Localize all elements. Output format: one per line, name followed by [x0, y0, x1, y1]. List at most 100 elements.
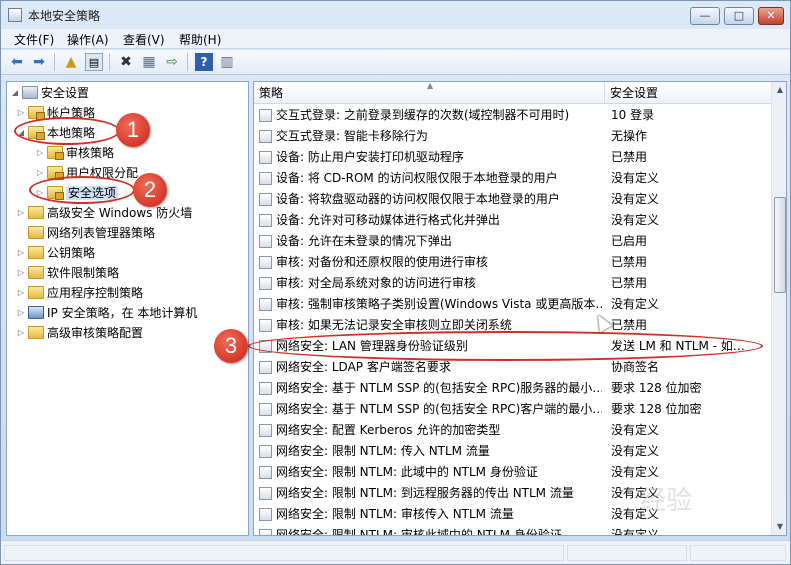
table-row[interactable]: 交互式登录: 之前登录到缓存的次数(域控制器不可用时) 10 登录	[254, 105, 771, 126]
table-row[interactable]: 网络安全: 限制 NTLM: 到远程服务器的传出 NTLM 流量 没有定义	[254, 483, 771, 504]
table-row[interactable]: 设备: 允许在未登录的情况下弹出 已启用	[254, 231, 771, 252]
list-header: 策略 ▲ 安全设置	[254, 82, 771, 104]
tree-item-label: 高级安全 Windows 防火墙	[47, 206, 193, 220]
policy-name: 网络安全: 限制 NTLM: 审核传入 NTLM 流量	[276, 507, 514, 521]
tree-item-firewall[interactable]: ▷ 高级安全 Windows 防火墙	[15, 203, 192, 223]
tree-item-label: 应用程序控制策略	[47, 286, 144, 300]
annotation-badge-1: 1	[116, 113, 150, 147]
policy-name: 网络安全: 基于 NTLM SSP 的(包括安全 RPC)服务器的最小…	[276, 381, 602, 395]
tree-item-ip-security[interactable]: ▷ IP 安全策略，在 本地计算机	[15, 303, 197, 323]
table-row[interactable]: 网络安全: 限制 NTLM: 传入 NTLM 流量 没有定义	[254, 441, 771, 462]
tree-item-software-restriction[interactable]: ▷ 软件限制策略	[15, 263, 119, 283]
title-bar[interactable]: 本地安全策略 — □ ✕	[1, 1, 790, 29]
folder-lock-icon	[47, 146, 64, 160]
policy-setting: 没有定义	[611, 192, 660, 206]
policy-setting: 已禁用	[611, 255, 648, 269]
policy-setting: 已禁用	[611, 276, 648, 290]
policy-name: 网络安全: 限制 NTLM: 到远程服务器的传出 NTLM 流量	[276, 486, 574, 500]
tree-item-audit-policy[interactable]: ▷ 审核策略	[34, 143, 114, 163]
column-header-setting[interactable]: 安全设置	[605, 82, 771, 104]
collapse-icon[interactable]: ◢	[9, 83, 21, 103]
table-row[interactable]: 设备: 将 CD-ROM 的访问权限仅限于本地登录的用户 没有定义	[254, 168, 771, 189]
help-icon[interactable]: ?	[195, 53, 213, 71]
minimize-button[interactable]: —	[690, 7, 720, 25]
forward-arrow-icon[interactable]: ➡	[30, 53, 48, 71]
tree-item-label: 高级审核策略配置	[47, 326, 144, 340]
table-row[interactable]: 网络安全: 基于 NTLM SSP 的(包括安全 RPC)客户端的最小… 要求 1…	[254, 399, 771, 420]
status-segment	[567, 545, 687, 561]
column-header-policy[interactable]: 策略 ▲	[254, 82, 605, 104]
menu-action[interactable]: 操作(A)	[67, 31, 109, 48]
tree-pane[interactable]: ◢ 安全设置 ▷ 帐户策略 ◢ 本地策略 ▷ 审核策略 ▷ 用户权限分配 ▷ 安全选项 ▷ 高…	[6, 81, 249, 536]
tree-item-advanced-audit[interactable]: ▷ 高级审核策略配置	[15, 323, 143, 343]
expand-icon[interactable]: ▷	[15, 243, 27, 263]
expand-icon[interactable]: ▷	[15, 263, 27, 283]
status-segment	[690, 545, 786, 561]
policy-icon	[259, 172, 272, 185]
policy-setting: 要求 128 位加密	[611, 381, 702, 395]
tree-item-network-list[interactable]: 网络列表管理器策略	[15, 223, 155, 243]
scroll-down-icon[interactable]: ▼	[772, 519, 786, 535]
ip-policy-icon	[28, 306, 44, 319]
table-row[interactable]: 设备: 防止用户安装打印机驱动程序 已禁用	[254, 147, 771, 168]
policy-setting: 没有定义	[611, 444, 660, 458]
expand-icon[interactable]: ▷	[34, 143, 46, 163]
expand-icon[interactable]: ▷	[15, 283, 27, 303]
scroll-thumb[interactable]	[774, 197, 786, 293]
status-bar	[1, 540, 790, 564]
expand-icon[interactable]: ▷	[15, 203, 27, 223]
table-row[interactable]: 交互式登录: 智能卡移除行为 无操作	[254, 126, 771, 147]
tree-item-label: 网络列表管理器策略	[47, 226, 156, 240]
table-row[interactable]: 网络安全: 限制 NTLM: 审核传入 NTLM 流量 没有定义	[254, 504, 771, 525]
close-button[interactable]: ✕	[758, 7, 784, 25]
tree-item-app-control[interactable]: ▷ 应用程序控制策略	[15, 283, 143, 303]
toolbar-separator	[109, 53, 110, 71]
security-settings-icon	[22, 86, 38, 99]
table-row[interactable]: 网络安全: 限制 NTLM: 此域中的 NTLM 身份验证 没有定义	[254, 462, 771, 483]
view-icon[interactable]: ▥	[218, 53, 236, 71]
expand-icon[interactable]: ▷	[15, 303, 27, 323]
show-tree-icon[interactable]: ▤	[85, 53, 103, 71]
policy-name: 交互式登录: 之前登录到缓存的次数(域控制器不可用时)	[276, 108, 570, 122]
policy-list-pane[interactable]: 策略 ▲ 安全设置 交互式登录: 之前登录到缓存的次数(域控制器不可用时) 10 登…	[253, 81, 787, 536]
policy-icon	[259, 508, 272, 521]
policy-icon	[259, 361, 272, 374]
folder-icon	[28, 226, 44, 239]
policy-icon	[259, 256, 272, 269]
table-row[interactable]: 网络安全: 配置 Kerberos 允许的加密类型 没有定义	[254, 420, 771, 441]
menu-view[interactable]: 查看(V)	[123, 31, 165, 48]
properties-icon[interactable]: ▦	[140, 53, 158, 71]
scroll-up-icon[interactable]: ▲	[772, 82, 786, 98]
table-row[interactable]: 设备: 将软盘驱动器的访问权限仅限于本地登录的用户 没有定义	[254, 189, 771, 210]
table-row[interactable]: 设备: 允许对可移动媒体进行格式化并弹出 没有定义	[254, 210, 771, 231]
policy-icon	[259, 466, 272, 479]
policy-name: 审核: 对全局系统对象的访问进行审核	[276, 276, 476, 290]
table-row[interactable]: 审核: 对备份和还原权限的使用进行审核 已禁用	[254, 252, 771, 273]
table-row[interactable]: 网络安全: 限制 NTLM: 审核此域中的 NTLM 身份验证 没有定义	[254, 525, 771, 536]
export-icon[interactable]: ⇨	[163, 53, 181, 71]
maximize-button[interactable]: □	[724, 7, 754, 25]
back-arrow-icon[interactable]: ⬅	[8, 53, 26, 71]
tree-item-security-settings[interactable]: ◢ 安全设置	[9, 83, 89, 103]
expand-icon[interactable]: ▷	[15, 103, 27, 123]
table-row[interactable]: 网络安全: 基于 NTLM SSP 的(包括安全 RPC)服务器的最小… 要求 1…	[254, 378, 771, 399]
annotation-ellipse-3	[248, 331, 763, 361]
menu-file[interactable]: 文件(F)	[14, 31, 54, 48]
tree-item-public-key[interactable]: ▷ 公钥策略	[15, 243, 95, 263]
policy-setting: 没有定义	[611, 171, 660, 185]
menu-help[interactable]: 帮助(H)	[179, 31, 221, 48]
delete-icon[interactable]: ✖	[117, 53, 135, 71]
app-icon	[8, 8, 22, 22]
window-title: 本地安全策略	[28, 9, 101, 23]
tree-item-label: 软件限制策略	[47, 266, 120, 280]
up-folder-icon[interactable]: ▲	[62, 53, 80, 71]
table-row[interactable]: 审核: 对全局系统对象的访问进行审核 已禁用	[254, 273, 771, 294]
policy-name: 交互式登录: 智能卡移除行为	[276, 129, 428, 143]
table-row[interactable]: 审核: 强制审核策略子类别设置(Windows Vista 或更高版本… 没有定义	[254, 294, 771, 315]
vertical-scrollbar[interactable]: ▲ ▼	[771, 82, 786, 535]
tree-item-label: 公钥策略	[47, 246, 96, 260]
policy-name: 审核: 强制审核策略子类别设置(Windows Vista 或更高版本…	[276, 297, 602, 311]
policy-setting: 没有定义	[611, 528, 660, 536]
expand-icon[interactable]: ▷	[15, 323, 27, 343]
folder-icon	[28, 286, 44, 299]
